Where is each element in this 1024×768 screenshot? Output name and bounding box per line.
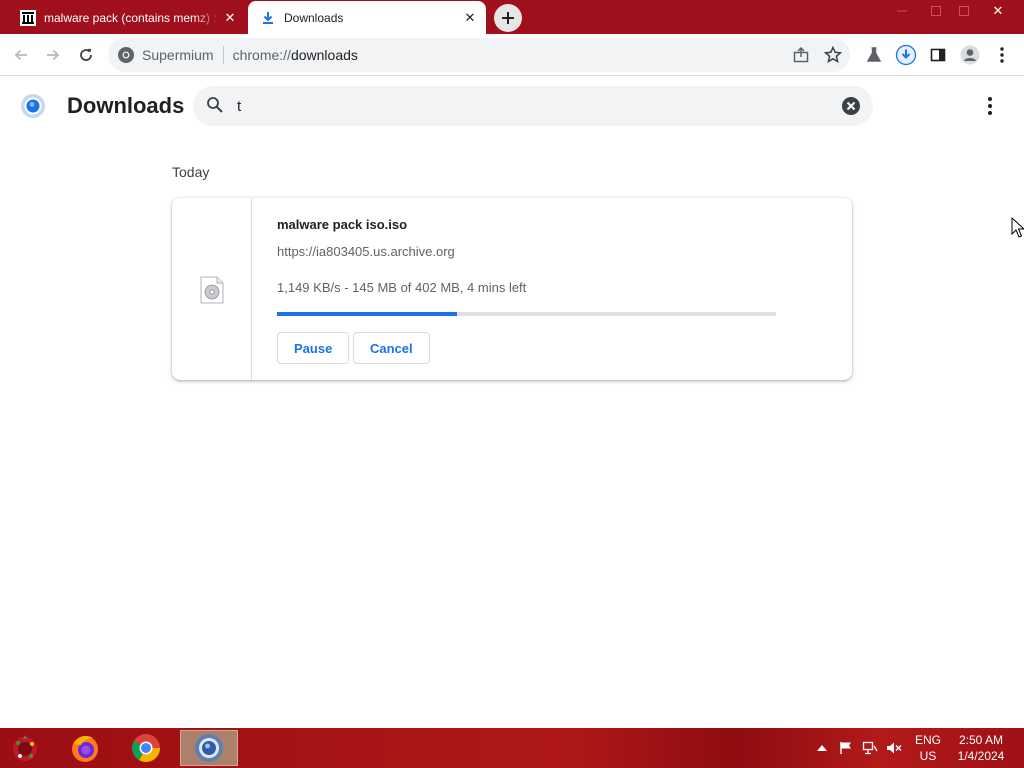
- download-circle-icon: [895, 44, 917, 66]
- menu-dot: [988, 111, 992, 115]
- volume-status[interactable]: [885, 728, 903, 768]
- taskbar: ENG US 2:50 AM 1/4/2024: [0, 728, 1024, 768]
- clock[interactable]: 2:50 AM 1/4/2024: [948, 732, 1014, 764]
- reload-icon: [80, 48, 92, 61]
- flag-icon: [840, 742, 851, 754]
- file-name: malware pack iso.iso: [277, 217, 408, 232]
- supermium-icon: [118, 47, 134, 63]
- search-icon: [207, 97, 223, 113]
- cancel-button[interactable]: Cancel: [353, 332, 430, 364]
- download-progress-bar: [277, 312, 776, 316]
- address-bar[interactable]: Supermium chrome://downloads: [108, 38, 850, 72]
- new-tab-button[interactable]: [494, 4, 522, 32]
- tab-title: malware pack (contains memz) :: [44, 10, 217, 25]
- forward-arrow-icon: [47, 49, 60, 61]
- network-status[interactable]: [861, 728, 879, 768]
- tab-downloads[interactable]: Downloads ✕: [248, 1, 486, 34]
- site-name: Supermium: [142, 47, 214, 63]
- download-item-card: malware pack iso.iso https://ia803405.us…: [172, 198, 852, 380]
- input-language-indicator[interactable]: ENG US: [910, 732, 946, 764]
- clock-time: 2:50 AM: [958, 733, 1004, 747]
- language-code: ENG: [914, 733, 941, 747]
- menu-dot: [988, 104, 992, 108]
- clock-date: 1/4/2024: [957, 749, 1005, 763]
- downloads-menu-button[interactable]: [978, 94, 1002, 118]
- profile-button[interactable]: [958, 43, 982, 67]
- close-tab-icon[interactable]: ✕: [220, 8, 240, 28]
- disc-image-icon: [200, 276, 224, 304]
- taskbar-chrome[interactable]: [117, 730, 175, 766]
- side-panel-button[interactable]: [926, 43, 950, 67]
- downloads-button[interactable]: [894, 43, 918, 67]
- browser-toolbar: Supermium chrome://downloads: [0, 34, 1024, 76]
- close-tab-icon[interactable]: ✕: [460, 8, 480, 28]
- action-center-flag[interactable]: [837, 728, 855, 768]
- start-button-icon[interactable]: [8, 732, 42, 764]
- profile-avatar-icon: [960, 45, 980, 65]
- minimize-button[interactable]: [885, 0, 919, 22]
- mouse-cursor-icon: [1011, 217, 1024, 238]
- bookmark-star-icon[interactable]: [824, 46, 842, 64]
- tab-strip: malware pack (contains memz) : ✕ Downloa…: [0, 0, 1024, 34]
- show-hidden-icons-button[interactable]: [815, 728, 829, 768]
- reload-button[interactable]: [74, 43, 98, 67]
- search-input[interactable]: [237, 94, 827, 118]
- divider: [222, 46, 224, 64]
- back-button[interactable]: [9, 43, 33, 67]
- firefox-icon: [72, 736, 98, 762]
- taskbar-firefox[interactable]: [56, 730, 114, 766]
- file-source-url[interactable]: https://ia803405.us.archive.org: [277, 244, 455, 259]
- supermium-icon: [195, 734, 223, 762]
- forward-button[interactable]: [41, 43, 65, 67]
- share-icon[interactable]: [792, 46, 810, 64]
- clear-search-icon[interactable]: [841, 96, 861, 116]
- archive-org-icon: [20, 9, 36, 26]
- download-progress-fill: [277, 312, 457, 316]
- browser-menu-button[interactable]: [990, 43, 1014, 67]
- supermium-logo-icon: [21, 94, 45, 118]
- chevron-up-icon: [817, 745, 827, 751]
- page-title: Downloads: [67, 93, 185, 118]
- kebab-menu-icon: [1000, 47, 1004, 63]
- download-icon: [260, 10, 276, 26]
- date-group-label: Today: [172, 164, 210, 180]
- search-bar[interactable]: [193, 86, 873, 126]
- volume-muted-icon: [887, 742, 902, 754]
- back-arrow-icon: [14, 49, 27, 61]
- plus-icon: [502, 12, 514, 24]
- taskbar-supermium[interactable]: [180, 730, 238, 766]
- url-text: chrome://downloads: [232, 47, 358, 63]
- network-icon: [862, 741, 878, 755]
- download-status: 1,149 KB/s - 145 MB of 402 MB, 4 mins le…: [277, 280, 527, 295]
- file-icon-column: [172, 198, 252, 380]
- tab-title: Downloads: [284, 10, 344, 25]
- side-panel-icon: [930, 48, 946, 62]
- menu-dot: [988, 97, 992, 101]
- tab-malware-pack[interactable]: malware pack (contains memz) : ✕: [8, 1, 246, 34]
- labs-button[interactable]: [862, 43, 886, 67]
- region-code: US: [919, 749, 937, 763]
- pause-button[interactable]: Pause: [277, 332, 350, 364]
- chrome-icon: [132, 734, 160, 762]
- maximize-button[interactable]: [947, 0, 981, 22]
- downloads-header: Downloads: [0, 77, 1024, 135]
- flask-icon: [866, 47, 882, 62]
- close-window-button[interactable]: ✕: [981, 0, 1015, 22]
